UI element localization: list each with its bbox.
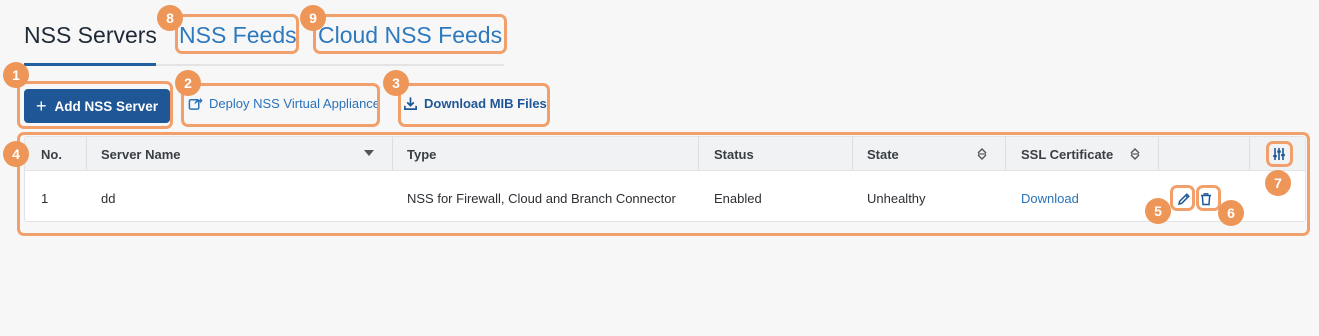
column-header-status: Status <box>714 147 754 162</box>
edit-button[interactable] <box>1174 189 1194 209</box>
callout-badge: 6 <box>1218 200 1244 226</box>
download-mib-label: Download MIB Files <box>424 96 547 111</box>
delete-button[interactable] <box>1196 189 1216 209</box>
column-divider <box>698 137 699 171</box>
deploy-nss-virtual-appliance-button[interactable]: Deploy NSS Virtual Appliance <box>188 96 380 111</box>
sort-icon[interactable] <box>977 148 987 160</box>
tab-nss-servers[interactable]: NSS Servers <box>24 22 157 49</box>
add-nss-server-label: Add NSS Server <box>54 98 159 114</box>
column-header-no: No. <box>41 147 62 162</box>
cell-status: Enabled <box>714 191 762 206</box>
tab-bar: NSS Servers NSS Feeds Cloud NSS Feeds <box>24 0 504 66</box>
column-divider <box>1158 137 1159 171</box>
active-tab-indicator <box>24 63 156 66</box>
column-settings-button[interactable] <box>1269 144 1289 164</box>
callout-badge: 5 <box>1145 198 1171 224</box>
cell-state: Unhealthy <box>867 191 926 206</box>
deploy-label: Deploy NSS Virtual Appliance <box>209 96 381 111</box>
column-divider <box>852 137 853 171</box>
add-nss-server-button[interactable]: + Add NSS Server <box>24 89 170 123</box>
sliders-icon <box>1273 148 1285 160</box>
sort-descending-icon[interactable] <box>364 149 374 157</box>
plus-icon: + <box>35 96 47 116</box>
tab-cloud-nss-feeds[interactable]: Cloud NSS Feeds <box>318 22 502 49</box>
column-divider <box>1249 137 1250 171</box>
download-mib-files-button[interactable]: Download MIB Files <box>403 96 547 111</box>
column-header-type: Type <box>407 147 437 162</box>
nss-servers-table: No. Server Name Type Status State SSL Ce… <box>24 136 1306 222</box>
column-header-state[interactable]: State <box>867 147 899 162</box>
table-header: No. Server Name Type Status State SSL Ce… <box>25 137 1305 171</box>
column-divider <box>86 137 87 171</box>
download-icon <box>404 97 417 110</box>
callout-badge: 9 <box>300 5 326 31</box>
column-header-ssl-certificate[interactable]: SSL Certificate <box>1021 147 1113 162</box>
column-divider <box>392 137 393 171</box>
callout-badge: 2 <box>175 70 201 96</box>
column-header-server-name[interactable]: Server Name <box>101 147 181 162</box>
callout-badge: 3 <box>383 70 409 96</box>
callout-badge: 4 <box>3 141 29 167</box>
cell-server-name: dd <box>101 191 116 206</box>
column-divider <box>1005 137 1006 171</box>
callout-badge: 8 <box>157 5 183 31</box>
callout-badge: 7 <box>1265 170 1291 196</box>
ssl-certificate-download-link[interactable]: Download <box>1021 191 1079 206</box>
pencil-icon <box>1177 193 1190 206</box>
cell-no: 1 <box>41 191 49 206</box>
sort-icon[interactable] <box>1130 148 1140 160</box>
tab-nss-feeds[interactable]: NSS Feeds <box>179 22 297 49</box>
cell-type: NSS for Firewall, Cloud and Branch Conne… <box>407 191 676 206</box>
trash-icon <box>1201 193 1211 206</box>
callout-badge: 1 <box>3 62 29 88</box>
share-icon <box>188 97 203 110</box>
